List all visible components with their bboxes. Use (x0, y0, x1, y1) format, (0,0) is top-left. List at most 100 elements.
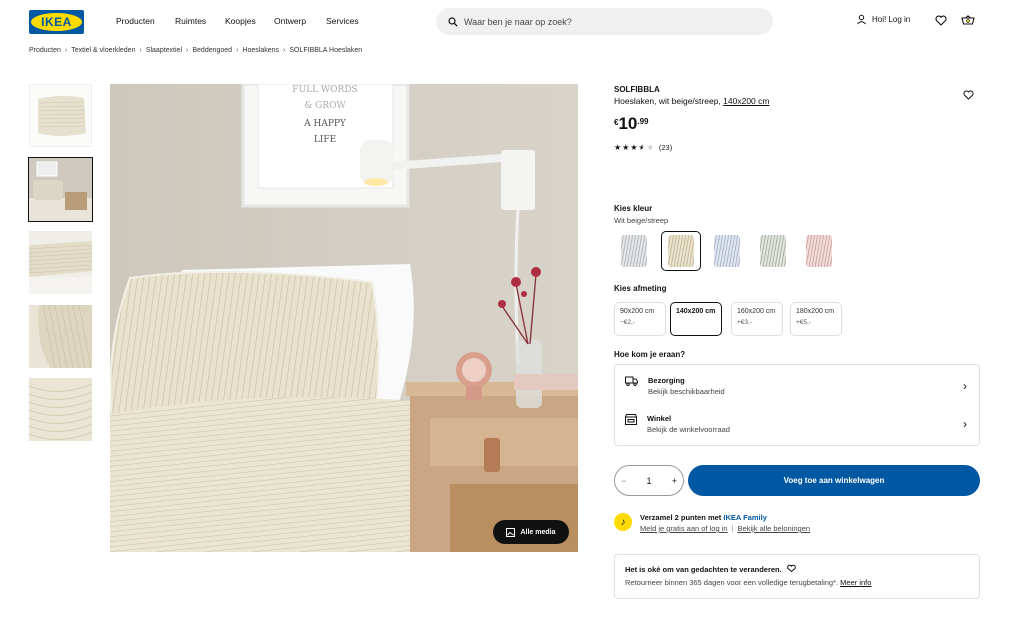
returns-title-row: Het is oké om van gedachten te verandere… (625, 564, 969, 574)
delivery-row-bezorging[interactable]: Bezorging Bekijk beschikbaarheid (625, 376, 725, 396)
color-swatch-beige[interactable] (661, 231, 701, 271)
chevron-right-icon: › (139, 47, 142, 54)
store-sub: Bekijk de winkelvoorraad (647, 425, 730, 434)
crumb[interactable]: Hoeslakens (242, 47, 279, 54)
art-line-3: A HAPPY (303, 119, 347, 129)
quantity-stepper: − 1 + (614, 465, 684, 496)
crumb[interactable]: Producten (29, 47, 61, 54)
price-decimal: .99 (637, 117, 649, 126)
chevron-right-icon: › (963, 379, 967, 393)
ikea-logo[interactable]: IKEA (29, 10, 84, 34)
all-media-label: Alle media (520, 528, 556, 536)
family-rewards-link[interactable]: Bekijk alle beloningen (738, 524, 811, 533)
all-media-button[interactable]: Alle media (493, 520, 569, 544)
thumbnail-4[interactable] (29, 305, 92, 368)
family-points-icon: ♪ (614, 513, 632, 531)
delivery-row-winkel[interactable]: Winkel Bekijk de winkelvoorraad (625, 414, 730, 434)
speech-heart-icon (786, 564, 796, 573)
product-name: SOLFIBBLA (614, 85, 660, 94)
returns-box: Het is oké om van gedachten te verandere… (614, 554, 980, 599)
add-to-cart-button[interactable]: Voeg toe aan winkelwagen (688, 465, 980, 496)
store-label: Winkel (647, 414, 672, 423)
favorite-heart-icon[interactable] (963, 90, 974, 100)
plus-button[interactable]: + (672, 476, 677, 486)
chevron-right-icon: › (236, 47, 239, 54)
nav-services[interactable]: Services (326, 16, 359, 26)
color-swatch-green[interactable] (753, 231, 793, 271)
crumb[interactable]: Beddengoed (192, 47, 232, 54)
color-swatch-pink[interactable] (799, 231, 839, 271)
image-icon (506, 527, 516, 537)
size-price-diff: +€5,- (796, 319, 811, 326)
family-brand: IKEA Family (723, 513, 767, 522)
main-product-image[interactable]: FULL WORDS & GROW A HAPPY LIFE (110, 84, 578, 552)
delivery-label: Bezorging (648, 376, 685, 385)
cart-icon[interactable] (961, 15, 975, 26)
art-line-4: LIFE (314, 135, 336, 145)
login-link[interactable]: Hoi! Log in (856, 14, 910, 25)
family-signup-link[interactable]: Meld je gratis aan of log in (640, 524, 728, 533)
size-title: Kies afmeting (614, 284, 667, 293)
returns-sub: Retourneer binnen 365 dagen voor een vol… (625, 578, 839, 587)
size-option-90x200[interactable]: 90x200 cm −€2,- (614, 302, 666, 336)
star-full-icon: ★ (622, 143, 630, 152)
minus-button[interactable]: − (621, 476, 626, 486)
star-full-icon: ★ (614, 143, 622, 152)
crumb[interactable]: Slaaptextiel (146, 47, 182, 54)
heart-icon[interactable] (935, 15, 947, 26)
review-count: (23) (658, 143, 673, 152)
thumbnail-3[interactable] (29, 231, 92, 294)
chevron-right-icon: › (186, 47, 189, 54)
thumbnail-1[interactable] (29, 84, 92, 147)
store-icon (625, 414, 637, 425)
family-title-text: Verzamel 2 punten met (640, 513, 724, 522)
search-icon (448, 16, 458, 27)
color-selected: Wit beige/streep (614, 216, 669, 225)
crumb-current: SOLFIBBLA Hoeslaken (289, 47, 363, 54)
family-title: Verzamel 2 punten met IKEA Family (640, 513, 810, 522)
size-price-diff: +€3,- (737, 319, 752, 326)
ikea-family-promo: ♪ Verzamel 2 punten met IKEA Family Meld… (614, 513, 810, 533)
nav-ruimtes[interactable]: Ruimtes (175, 16, 206, 26)
price: € 10 .99 (614, 115, 649, 133)
star-half-icon: ★ (638, 143, 646, 152)
swatch-fill (621, 235, 647, 267)
thumbnail-5[interactable] (29, 378, 92, 441)
size-label: 140x200 cm (676, 308, 716, 315)
size-option-180x200[interactable]: 180x200 cm +€5,- (790, 302, 842, 336)
delivery-sub: Bekijk beschikbaarheid (648, 387, 725, 396)
nav-ontwerp[interactable]: Ontwerp (274, 16, 306, 26)
nav-producten[interactable]: Producten (116, 16, 155, 26)
divider: | (731, 524, 734, 533)
crumb[interactable]: Textiel & vloerkleden (71, 47, 135, 54)
swatch-fill (714, 235, 740, 267)
color-swatch-grey[interactable] (614, 231, 654, 271)
login-label: Hoi! Log in (872, 15, 911, 24)
description-text: Hoeslaken, wit beige/streep, (614, 96, 724, 106)
swatch-fill (668, 235, 694, 267)
thumbnail-2[interactable] (28, 157, 93, 222)
quantity-value[interactable]: 1 (646, 476, 651, 486)
returns-sub-row: Retourneer binnen 365 dagen voor een vol… (625, 578, 969, 587)
color-title: Kies kleur (614, 204, 653, 213)
size-label: 160x200 cm (737, 308, 776, 315)
color-swatch-blue[interactable] (707, 231, 747, 271)
more-info-link[interactable]: Meer info (840, 578, 871, 587)
price-integer: 10 (618, 114, 638, 133)
search-bar[interactable] (436, 8, 773, 35)
breadcrumb: Producten › Textiel & vloerkleden › Slaapt… (29, 47, 362, 54)
delivery-options: Bezorging Bekijk beschikbaarheid › Winkel… (614, 364, 980, 446)
size-option-160x200[interactable]: 160x200 cm +€3,- (731, 302, 783, 336)
delivery-title: Hoe kom je eraan? (614, 350, 686, 359)
size-link[interactable]: 140x200 cm (723, 96, 769, 106)
swatch-fill (806, 235, 832, 267)
swatch-fill (760, 235, 786, 267)
rating[interactable]: ★ ★ ★ ★ ★ (23) (614, 143, 672, 152)
size-option-140x200[interactable]: 140x200 cm (670, 302, 722, 336)
star-empty-icon: ★ (646, 143, 654, 152)
size-label: 90x200 cm (620, 308, 655, 315)
product-description: Hoeslaken, wit beige/streep, 140x200 cm (614, 96, 769, 106)
returns-title: Het is oké om van gedachten te verandere… (625, 564, 782, 574)
nav-koopjes[interactable]: Koopjes (225, 16, 256, 26)
search-input[interactable] (464, 16, 744, 27)
